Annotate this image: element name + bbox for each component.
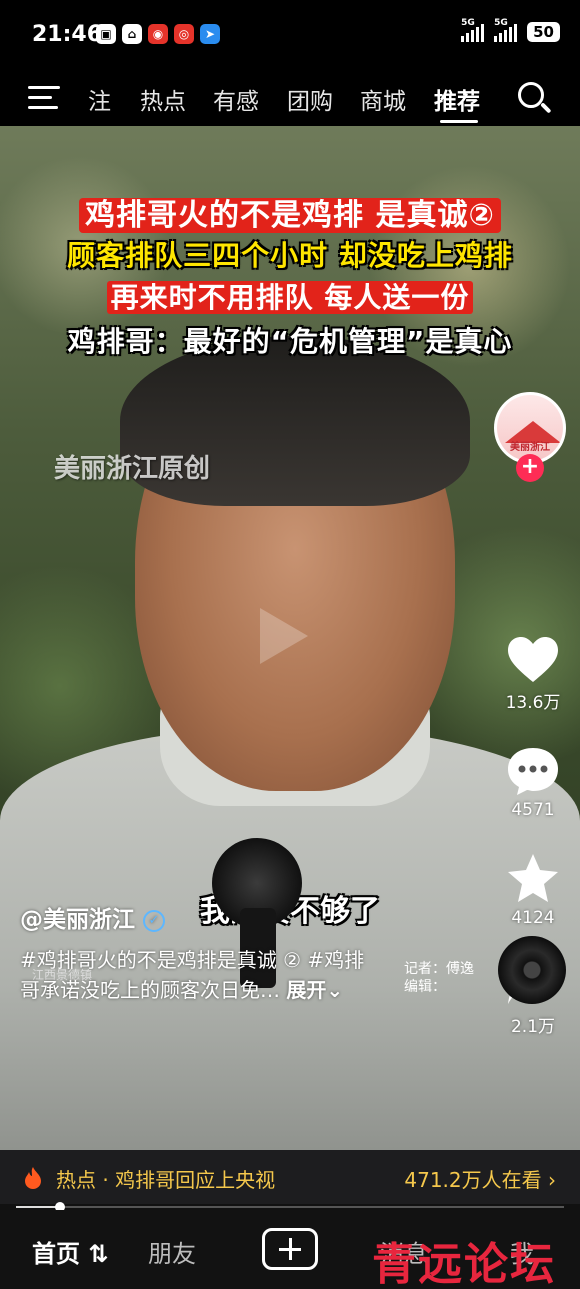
tab-youganr[interactable]: 有感 — [213, 82, 259, 116]
like-count: 13.6万 — [505, 693, 561, 713]
signal-icon: 5G — [494, 18, 518, 42]
battery-indicator: 50 — [527, 22, 560, 42]
video-watermark: 美丽浙江原创 — [54, 454, 211, 484]
nav-friends[interactable]: 朋友 — [148, 1234, 196, 1269]
menu-icon[interactable] — [28, 86, 60, 112]
hot-topic-text: 热点 · 鸡排哥回应上央视 — [56, 1168, 276, 1192]
app-notification-icon: ▣ — [96, 24, 116, 44]
search-icon[interactable] — [518, 82, 552, 116]
author-name[interactable]: @美丽浙江 ✓ — [20, 900, 165, 934]
nav-home[interactable]: 首页 ⇅ — [32, 1234, 108, 1269]
top-nav: 注 热点 有感 团购 商城 推荐 — [0, 70, 580, 126]
tab-mall[interactable]: 商城 — [360, 82, 406, 116]
signal-icon: 5G — [461, 18, 485, 42]
favorite-button[interactable]: 4124 — [498, 852, 568, 928]
active-tab-indicator — [440, 120, 478, 123]
tab-hot[interactable]: 热点 — [140, 82, 186, 116]
video-headline-2: 顾客排队三四个小时 却没吃上鸡排 — [67, 239, 513, 272]
verified-icon: ✓ — [143, 909, 165, 932]
follow-button[interactable]: + — [516, 454, 544, 482]
favorite-count: 4124 — [511, 908, 555, 928]
hot-topic-bar[interactable]: 热点 · 鸡排哥回应上央视 471.2万人在看 › — [0, 1150, 580, 1204]
status-time: 21:46 — [32, 22, 103, 47]
notification-icons: ▣ ⌂ ◉ ◎ ➤ — [96, 24, 220, 44]
app-notification-icon: ⌂ — [122, 24, 142, 44]
video-headline-3: 再来时不用排队 每人送一份 — [0, 276, 580, 316]
forum-watermark-logo: 青远论坛 — [372, 1239, 556, 1289]
tab-group-buy[interactable]: 团购 — [287, 82, 333, 116]
status-bar: 21:46 ▣ ⌂ ◉ ◎ ➤ 5G 5G 50 — [0, 0, 580, 70]
star-icon — [508, 854, 558, 902]
music-disc-icon[interactable] — [498, 936, 566, 1004]
comment-icon — [508, 748, 558, 795]
share-count: 2.1万 — [510, 1017, 556, 1037]
video-headline-4: 鸡排哥：最好的“危机管理”是真心 — [67, 325, 513, 358]
video-description-line-2: 哥承诺没吃上的顾客次日免… 展开⌄ — [20, 978, 344, 1002]
create-button[interactable] — [262, 1228, 318, 1270]
video-headline-1: 鸡排哥火的不是鸡排 是真诚② — [0, 190, 580, 234]
bank-notification-icon: ◉ — [148, 24, 168, 44]
hot-viewer-count: 471.2万人在看 › — [404, 1168, 556, 1192]
tab-following[interactable]: 注 — [88, 82, 111, 116]
heart-icon — [508, 637, 558, 682]
play-icon — [260, 608, 308, 664]
comment-button[interactable]: 4571 — [498, 746, 568, 820]
telegram-notification-icon: ➤ — [200, 24, 220, 44]
tab-recommend[interactable]: 推荐 — [434, 82, 480, 116]
expand-button[interactable]: 展开⌄ — [286, 978, 343, 1002]
reporter-credit: 记者：傅逸 编辑： — [404, 961, 474, 995]
weibo-notification-icon: ◎ — [174, 24, 194, 44]
like-button[interactable]: 13.6万 — [498, 636, 568, 713]
comment-count: 4571 — [511, 800, 555, 820]
fire-icon — [25, 1167, 41, 1189]
